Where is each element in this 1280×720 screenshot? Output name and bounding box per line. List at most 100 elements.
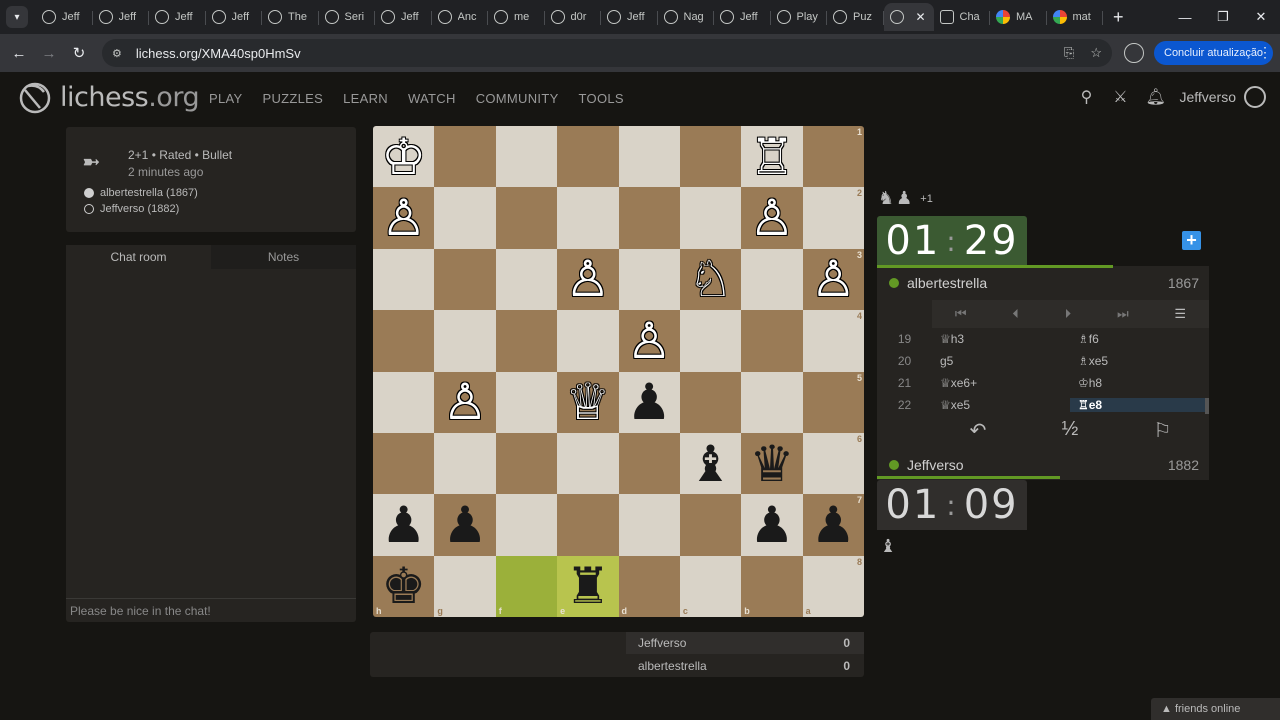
chess-board[interactable]: ♔ ♖ 1 ♙ ♙ 2 ♙ ♘ 3 ♙ ♙ 4 ♙ ♕ ♟ 5 ♝ ♛ 6 ♟ ♟ ♟ 7 ♟ h ♚ g f e ♜ d c b 8 a <box>373 126 864 617</box>
nav-learn[interactable]: LEARN <box>343 91 388 106</box>
board-square[interactable]: b <box>741 555 803 617</box>
browser-tab[interactable]: MA <box>990 3 1047 31</box>
board-square[interactable]: 5 <box>802 371 864 433</box>
board-square[interactable]: d <box>618 555 680 617</box>
white-player[interactable]: albertestrella (1867) <box>84 187 198 199</box>
user-menu[interactable]: Jeffverso <box>1179 89 1236 105</box>
board-square[interactable]: ♙ <box>434 371 496 433</box>
board-square[interactable] <box>495 248 558 311</box>
board-square[interactable]: 6 <box>802 432 864 495</box>
challenges-icon[interactable]: ⚔ <box>1111 87 1129 107</box>
offer-draw-button[interactable]: ½ <box>1062 418 1079 443</box>
board-square[interactable] <box>557 494 619 556</box>
chess-piece[interactable]: ♕ <box>565 377 610 427</box>
resign-flag-icon[interactable]: ⚐ <box>1153 418 1171 443</box>
board-square[interactable] <box>434 248 496 311</box>
reload-icon[interactable]: ↻ <box>64 44 94 62</box>
chess-piece[interactable]: ♙ <box>627 316 672 366</box>
board-square[interactable] <box>434 126 496 188</box>
move-white[interactable]: ♕h3 <box>932 332 1070 346</box>
board-square[interactable]: ♝ <box>679 432 742 495</box>
browser-tab[interactable]: d0r <box>545 3 602 31</box>
board-square[interactable] <box>557 126 619 188</box>
friends-online-button[interactable]: ▲ friends online <box>1151 698 1280 720</box>
nav-community[interactable]: COMMUNITY <box>476 91 559 106</box>
board-square[interactable] <box>618 494 680 556</box>
crosstable-row[interactable]: Jeffverso 0 <box>626 632 864 654</box>
move-white[interactable]: ♕xe5 <box>932 398 1070 412</box>
board-square[interactable] <box>741 310 803 372</box>
browser-tab[interactable]: me <box>488 3 545 31</box>
nav-watch[interactable]: WATCH <box>408 91 456 106</box>
browser-tab[interactable]: Anc <box>432 3 489 31</box>
crosstable-row[interactable]: albertestrella 0 <box>626 655 864 677</box>
board-square[interactable] <box>495 494 558 556</box>
board-square[interactable] <box>618 187 680 249</box>
board-square[interactable] <box>557 432 619 495</box>
board-square[interactable]: ♙ <box>618 310 680 372</box>
prev-move-icon[interactable]: ⏴ <box>1012 306 1019 322</box>
board-square[interactable]: 8a <box>802 555 864 617</box>
board-square[interactable]: c <box>679 555 742 617</box>
chess-piece[interactable]: ♖ <box>750 132 795 182</box>
board-square[interactable] <box>495 432 558 495</box>
chess-piece[interactable]: ♚ <box>381 561 426 611</box>
chess-piece[interactable]: ♙ <box>381 193 426 243</box>
board-square[interactable] <box>495 187 558 249</box>
browser-tab[interactable]: Cha <box>934 3 991 31</box>
black-player[interactable]: Jeffverso (1882) <box>84 203 179 215</box>
browser-tab[interactable]: Jeff <box>601 3 658 31</box>
board-square[interactable] <box>679 371 742 433</box>
browser-tab[interactable]: Seri <box>319 3 376 31</box>
chess-piece[interactable]: ♟ <box>627 377 672 427</box>
install-app-icon[interactable]: ⎘ <box>1064 45 1074 61</box>
board-square[interactable] <box>679 310 742 372</box>
board-square[interactable]: 3 ♙ <box>802 248 864 311</box>
board-square[interactable]: h ♚ <box>373 555 435 617</box>
browser-tab[interactable]: Jeff <box>93 3 150 31</box>
board-square[interactable] <box>434 432 496 495</box>
first-move-icon[interactable]: ⏮ <box>955 306 967 322</box>
board-square[interactable] <box>741 248 803 311</box>
tab-search-menu-icon[interactable]: ▾ <box>6 6 28 28</box>
next-move-icon[interactable]: ⏵ <box>1065 306 1072 322</box>
board-square[interactable]: ♘ <box>679 248 742 311</box>
close-tab-icon[interactable]: ✕ <box>916 10 926 24</box>
chess-piece[interactable]: ♟ <box>443 500 488 550</box>
minimize-icon[interactable]: — <box>1166 0 1204 34</box>
move-black[interactable]: ♖e8 <box>1070 398 1208 412</box>
my-name[interactable]: Jeffverso <box>907 457 964 473</box>
board-square[interactable] <box>373 371 435 433</box>
chat-input[interactable]: Please be nice in the chat! <box>66 598 356 622</box>
board-square[interactable] <box>495 310 558 372</box>
board-square[interactable] <box>495 126 558 188</box>
board-square[interactable]: e ♜ <box>557 555 619 617</box>
board-square[interactable]: ♟ <box>434 494 496 556</box>
board-square[interactable]: ♕ <box>557 371 619 433</box>
board-square[interactable]: 4 <box>802 310 864 372</box>
board-square[interactable]: 7 ♟ <box>802 494 864 556</box>
browser-tab[interactable]: Jeff <box>36 3 93 31</box>
browser-tab-active[interactable]: ✕ <box>883 3 934 31</box>
nav-play[interactable]: PLAY <box>209 91 242 106</box>
browser-tab[interactable]: Play <box>771 3 828 31</box>
board-square[interactable] <box>618 248 680 311</box>
move-white[interactable]: ♕xe6+ <box>932 376 1070 390</box>
move-black[interactable]: ♗xe5 <box>1070 354 1208 368</box>
chess-piece[interactable]: ♙ <box>565 254 610 304</box>
board-square[interactable] <box>618 432 680 495</box>
chess-piece[interactable]: ♙ <box>811 254 856 304</box>
board-square[interactable] <box>373 432 435 495</box>
board-square[interactable]: ♙ <box>557 248 619 311</box>
chess-piece[interactable]: ♙ <box>443 377 488 427</box>
notifications-bell-icon[interactable]: 🔔︎ <box>1145 87 1165 107</box>
browser-tab[interactable]: Puz <box>827 3 884 31</box>
board-square[interactable] <box>495 371 558 433</box>
menu-icon[interactable]: ☰ <box>1174 306 1186 322</box>
give-time-button[interactable]: + <box>1182 231 1201 250</box>
browser-tab[interactable]: Jeff <box>206 3 263 31</box>
board-square[interactable] <box>679 494 742 556</box>
board-square[interactable]: ♟ <box>373 494 435 556</box>
move-black[interactable]: ♔h8 <box>1070 376 1208 390</box>
tab-notes[interactable]: Notes <box>211 245 356 269</box>
